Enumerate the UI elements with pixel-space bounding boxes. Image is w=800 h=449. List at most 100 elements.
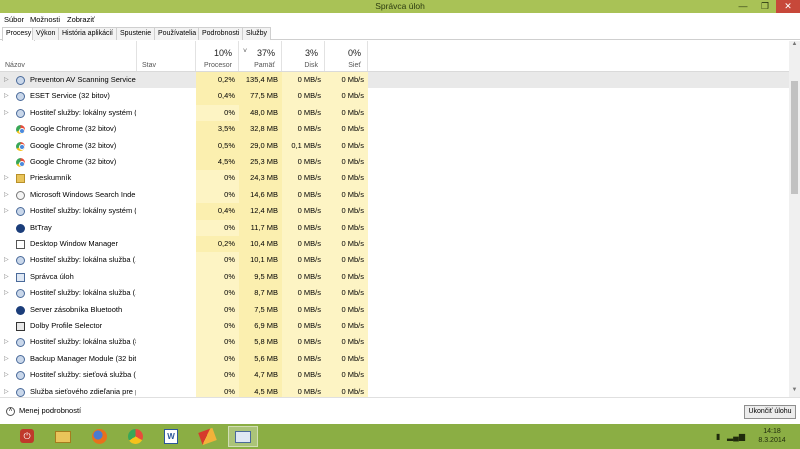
process-row[interactable]: Desktop Window Manager 0,2% 10,4 MB 0 MB/s 0… (0, 236, 789, 253)
process-row[interactable]: ▷ Hostiteľ služby: lokálna služba (... 0% 1… (0, 252, 789, 269)
expand-chevron-icon[interactable]: ▷ (4, 203, 12, 219)
process-row[interactable]: ▷ Hostiteľ služby: lokálna služba (8) 0% 5,… (0, 334, 789, 351)
scroll-up-icon[interactable]: ▲ (789, 41, 800, 51)
memory-column-label: Pamäť (254, 62, 275, 69)
memory-value: 4,5 MB (239, 383, 282, 397)
network-signal-icon[interactable]: ▂▄▆ (727, 432, 745, 441)
vertical-scrollbar[interactable]: ▲ ▼ (789, 41, 800, 397)
network-value: 0 Mb/s (325, 236, 368, 253)
paint-icon[interactable] (192, 426, 222, 447)
process-name: Server zásobníka Bluetooth (30, 304, 123, 314)
network-value: 0 Mb/s (325, 252, 368, 269)
expand-chevron-icon[interactable]: ▷ (4, 367, 12, 383)
process-name: Hostiteľ služby: lokálny systém (... (30, 206, 136, 216)
process-row[interactable]: ▷ Prieskumník 0% 24,3 MB 0 MB/s 0 Mb/s (0, 170, 789, 187)
process-row[interactable]: Dolby Profile Selector 0% 6,9 MB 0 MB/s 0 Mb… (0, 318, 789, 335)
expand-chevron-icon[interactable]: ▷ (4, 170, 12, 186)
column-name-label: Názov (5, 62, 25, 69)
process-row[interactable]: ▷ Hostiteľ služby: sieťová služba (4) 0% 4,… (0, 367, 789, 384)
menu-bar: Súbor Možnosti Zobraziť (0, 13, 800, 26)
process-row[interactable]: ▷ ESET Service (32 bitov) 0,4% 77,5 MB 0 MB/… (0, 88, 789, 105)
tab-details[interactable]: Podrobnosti (198, 27, 244, 40)
column-header-memory[interactable]: ˅ 37% Pamäť (239, 41, 282, 71)
process-row[interactable]: ▷ Služba sieťového zdieľania pre p... 0% 4,… (0, 383, 789, 397)
expand-chevron-icon[interactable]: ▷ (4, 285, 12, 301)
column-header-status[interactable]: Stav (137, 41, 196, 71)
end-task-button[interactable]: Ukončiť úlohu (744, 405, 796, 419)
process-row[interactable]: Google Chrome (32 bitov) 3,5% 32,8 MB 0 MB/… (0, 121, 789, 138)
tab-users[interactable]: Používatelia (154, 27, 201, 40)
minimize-button[interactable]: — (732, 0, 754, 13)
menu-options[interactable]: Možnosti (30, 15, 60, 24)
cpu-value: 3,5% (196, 121, 239, 138)
gear-icon (16, 256, 25, 266)
process-row[interactable]: ▷ Backup Manager Module (32 bit... 0% 5,6 M… (0, 350, 789, 368)
firefox-icon[interactable] (84, 426, 114, 447)
network-value: 0 Mb/s (325, 383, 368, 397)
chrome-icon[interactable] (120, 426, 150, 447)
expand-chevron-icon[interactable]: ▷ (4, 384, 12, 397)
column-header-network[interactable]: 0% Sieť (325, 41, 368, 71)
process-row[interactable]: ▷ Microsoft Windows Search Inde... 0% 14,6 … (0, 186, 789, 204)
power-icon[interactable]: ⏻ (12, 426, 42, 447)
disk-value: 0 MB/s (282, 301, 325, 318)
memory-value: 9,5 MB (239, 268, 282, 286)
chevron-up-icon: ˄ (6, 406, 15, 416)
battery-icon[interactable]: ▮ (716, 432, 720, 441)
fewer-details-button[interactable]: ˄ Menej podrobností (6, 406, 81, 416)
process-name: Hostiteľ služby: lokálna služba (... (30, 255, 136, 265)
process-row[interactable]: Google Chrome (32 bitov) 0,5% 29,0 MB 0,1 M… (0, 137, 789, 154)
column-header-cpu[interactable]: 10% Procesor (196, 41, 239, 71)
system-clock[interactable]: 14:18 8.3.2014 (750, 427, 794, 445)
scroll-down-icon[interactable]: ▼ (789, 387, 800, 397)
process-row[interactable]: ▷ Správca úloh 0% 9,5 MB 0 MB/s 0 Mb/s (0, 268, 789, 286)
network-value: 0 Mb/s (325, 285, 368, 302)
file-explorer-icon[interactable] (48, 426, 78, 447)
task-manager-icon[interactable] (228, 426, 258, 447)
gear-icon (16, 76, 25, 85)
folder-icon (16, 174, 25, 184)
expand-chevron-icon[interactable]: ▷ (4, 88, 12, 104)
menu-view[interactable]: Zobraziť (67, 15, 95, 24)
expand-chevron-icon[interactable]: ▷ (4, 187, 12, 203)
process-row[interactable]: ▷ Hostiteľ služby: lokálny systém (... 0,4… (0, 203, 789, 220)
network-value: 0 Mb/s (325, 104, 368, 122)
scrollbar-thumb[interactable] (791, 81, 798, 194)
expand-chevron-icon[interactable]: ▷ (4, 269, 12, 285)
process-row[interactable]: Server zásobníka Bluetooth 0% 7,5 MB 0 MB/s… (0, 301, 789, 318)
word-icon[interactable]: W (156, 426, 186, 447)
tab-services[interactable]: Služby (242, 27, 272, 40)
tab-processes[interactable]: Procesy (2, 27, 36, 41)
process-row[interactable]: BtTray 0% 11,7 MB 0 MB/s 0 Mb/s (0, 219, 789, 236)
process-row[interactable]: ▷ Hostiteľ služby: lokálna služba (... 0% 8… (0, 285, 789, 302)
process-name: ESET Service (32 bitov) (30, 91, 110, 101)
network-value: 0 Mb/s (325, 367, 368, 384)
tab-app-history[interactable]: História aplikácií (58, 27, 117, 40)
process-name: Google Chrome (32 bitov) (30, 140, 117, 150)
cpu-value: 0% (196, 350, 239, 368)
cpu-value: 0% (196, 383, 239, 397)
network-total-percent: 0% (347, 48, 361, 58)
process-row[interactable]: ▷ Preventon AV Scanning Service ... 0,2% 13… (0, 72, 789, 89)
process-row[interactable]: ▷ Hostiteľ služby: lokálny systém (... 0% 4… (0, 104, 789, 122)
fewer-details-label: Menej podrobností (19, 406, 82, 415)
cpu-value: 0% (196, 285, 239, 302)
process-name: Hostiteľ služby: lokálna služba (... (30, 288, 136, 298)
maximize-button[interactable]: ❐ (755, 0, 775, 13)
process-row[interactable]: Google Chrome (32 bitov) 4,5% 25,3 MB 0 MB/… (0, 154, 789, 171)
close-button[interactable]: ✕ (776, 0, 800, 13)
expand-chevron-icon[interactable]: ▷ (4, 334, 12, 350)
column-header-disk[interactable]: 3% Disk (282, 41, 325, 71)
expand-chevron-icon[interactable]: ▷ (4, 105, 12, 121)
memory-value: 25,3 MB (239, 154, 282, 171)
tab-startup[interactable]: Spustenie (116, 27, 156, 40)
cpu-value: 0% (196, 170, 239, 187)
menu-file[interactable]: Súbor (4, 15, 24, 24)
disk-column-label: Disk (304, 62, 318, 69)
column-header-name[interactable]: Názov (0, 41, 137, 71)
tab-performance[interactable]: Výkon (32, 27, 60, 40)
expand-chevron-icon[interactable]: ▷ (4, 252, 12, 268)
network-value: 0 Mb/s (325, 350, 368, 368)
expand-chevron-icon[interactable]: ▷ (4, 351, 12, 367)
expand-chevron-icon[interactable]: ▷ (4, 72, 12, 88)
